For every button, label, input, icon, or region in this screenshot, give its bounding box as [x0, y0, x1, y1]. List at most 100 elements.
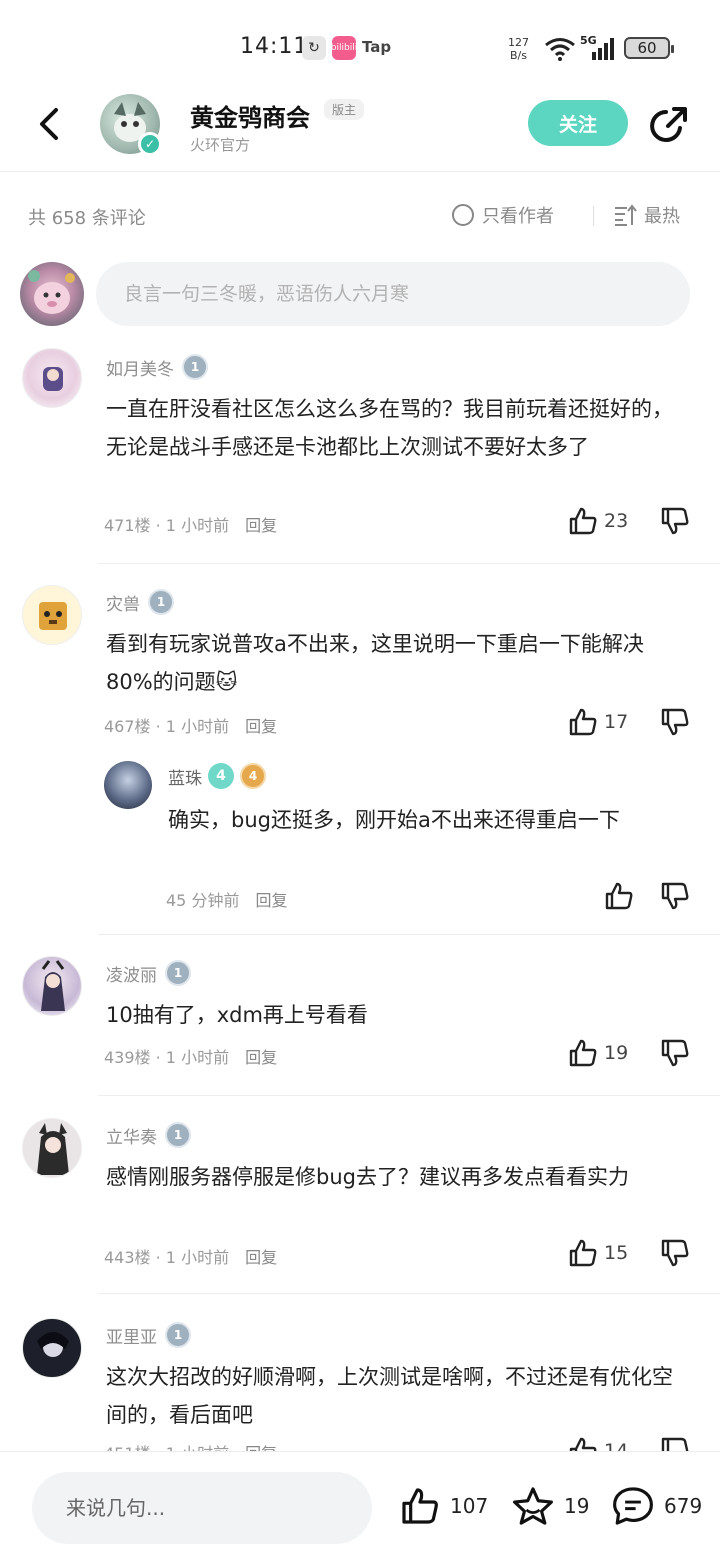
reply-button[interactable]: 回复: [245, 713, 277, 737]
thumbs-up-icon: [569, 708, 597, 736]
commenter-name[interactable]: 亚里亚: [106, 1323, 157, 1348]
follow-button[interactable]: 关注: [528, 100, 628, 146]
comment-text[interactable]: 感情刚服务器停服是修bug去了？建议再多发点看看实力: [106, 1158, 686, 1196]
comment-floor-time: 471楼 · 1 小时前: [104, 516, 230, 535]
comment-actions: 15: [568, 1238, 690, 1268]
post-like-count: 107: [450, 1494, 489, 1518]
level-badge: 1: [165, 1122, 191, 1148]
comment-meta: 443楼 · 1 小时前 回复: [104, 1244, 277, 1268]
net-speed-value: 127: [508, 36, 529, 49]
commenter-name[interactable]: 立华奏: [106, 1123, 157, 1148]
reply-button[interactable]: 回复: [245, 1244, 277, 1268]
reply-avatar[interactable]: [104, 761, 152, 809]
like-count: 14: [604, 1440, 629, 1451]
back-arrow-icon[interactable]: [30, 102, 70, 146]
like-button[interactable]: [604, 881, 634, 911]
comment-bubble-icon: [613, 1487, 653, 1525]
my-avatar-art: [28, 270, 75, 314]
commenter-avatar[interactable]: [22, 348, 82, 408]
comment-divider: [98, 1293, 720, 1294]
net-speed: 127 B/s: [508, 36, 529, 62]
only-author-label: 只看作者: [482, 206, 554, 227]
like-button[interactable]: 17: [568, 707, 634, 737]
like-button[interactable]: 19: [568, 1038, 634, 1068]
commenter-avatar-art: [43, 367, 63, 391]
radio-unchecked-icon: [452, 204, 474, 226]
commenter-name-row: 凌波丽 1: [106, 960, 191, 986]
commenter-name[interactable]: 如月美冬: [106, 355, 174, 380]
reply-name[interactable]: 蓝珠: [168, 764, 202, 789]
like-count: 17: [604, 711, 629, 733]
comment-item: 灾兽 1 看到有玩家说普攻a不出来，这里说明一下重启一下能解决80%的问题🐱 4…: [0, 585, 720, 930]
reply-button[interactable]: 回复: [245, 1044, 277, 1068]
commenter-avatar-art: [37, 1332, 69, 1357]
commenter-avatar[interactable]: [22, 1118, 82, 1178]
comment-text[interactable]: 10抽有了，xdm再上号看看: [106, 996, 686, 1034]
my-avatar[interactable]: [20, 262, 84, 326]
reply-text[interactable]: 确实，bug还挺多，刚开始a不出来还得重启一下: [168, 801, 680, 839]
commenter-name-row: 灾兽 1: [106, 589, 174, 615]
verified-icon: ✓: [138, 132, 162, 156]
commenter-name[interactable]: 凌波丽: [106, 961, 157, 986]
like-count: 23: [604, 510, 629, 532]
comment-actions: 14: [568, 1436, 690, 1451]
thumbs-down-icon[interactable]: [660, 506, 690, 536]
reply-button[interactable]: 回复: [255, 887, 287, 911]
level-badge-gold: 4: [240, 763, 266, 789]
bottom-comment-input[interactable]: [32, 1472, 372, 1544]
bilibili-app-icon: bilibili: [331, 36, 357, 60]
share-icon[interactable]: [648, 104, 690, 146]
commenter-avatar-art: [41, 960, 65, 1011]
comment-text[interactable]: 这次大招改的好顺滑啊，上次测试是啥啊，不过还是有优化空间的，看后面吧: [106, 1358, 686, 1434]
signal-icon: [592, 38, 614, 60]
commenter-name-row: 亚里亚 1: [106, 1322, 191, 1348]
battery-indicator: 60: [624, 37, 674, 59]
reply-button[interactable]: 回复: [245, 512, 277, 536]
thumbs-down-icon[interactable]: [660, 881, 690, 911]
thumbs-down-icon[interactable]: [660, 1436, 690, 1451]
reply-name-row: 蓝珠 4 4: [168, 763, 266, 789]
like-button[interactable]: 14: [568, 1436, 634, 1451]
like-button[interactable]: 15: [568, 1238, 634, 1268]
comment-meta: 471楼 · 1 小时前 回复: [104, 512, 277, 536]
commenter-avatar[interactable]: [22, 585, 82, 645]
comment-input[interactable]: [96, 262, 690, 326]
reply-button[interactable]: 回复: [245, 1440, 277, 1451]
comment-text[interactable]: 看到有玩家说普攻a不出来，这里说明一下重启一下能解决80%的问题🐱: [106, 625, 686, 701]
level-badge: 1: [165, 1322, 191, 1348]
comment-item: 凌波丽 1 10抽有了，xdm再上号看看 439楼 · 1 小时前 回复 19: [0, 956, 720, 1094]
commenter-avatar[interactable]: [22, 956, 82, 1016]
thumbs-up-icon: [569, 1039, 597, 1067]
comments-count: 679: [664, 1494, 703, 1518]
comment-count: 共 658 条评论: [28, 208, 146, 229]
like-count: 15: [604, 1242, 629, 1264]
thumbs-down-icon[interactable]: [660, 707, 690, 737]
commenter-name[interactable]: 灾兽: [106, 590, 140, 615]
sort-button[interactable]: 最热: [614, 202, 680, 228]
comment-meta: 467楼 · 1 小时前 回复: [104, 713, 277, 737]
comments-button[interactable]: 679: [612, 1486, 702, 1526]
thumbs-down-icon[interactable]: [660, 1238, 690, 1268]
author-avatar[interactable]: ✓: [100, 94, 162, 156]
sort-label: 最热: [644, 206, 680, 227]
only-author-toggle[interactable]: 只看作者: [452, 202, 554, 228]
commenter-avatar[interactable]: [22, 1318, 82, 1378]
thumbs-down-icon[interactable]: [660, 1038, 690, 1068]
post-like-button[interactable]: 107: [400, 1486, 488, 1526]
favorite-button[interactable]: 19: [512, 1486, 589, 1526]
star-icon: [513, 1487, 553, 1525]
like-button[interactable]: 23: [568, 506, 634, 536]
comment-floor-time: 439楼 · 1 小时前: [104, 1048, 230, 1067]
thumbs-up-icon: [605, 882, 633, 910]
reply-actions: [604, 881, 690, 911]
author-name[interactable]: 黄金鸮商会: [190, 98, 310, 133]
comment-text[interactable]: 一直在肝没看社区怎么这么多在骂的？我目前玩着还挺好的，无论是战斗手感还是卡池都比…: [106, 390, 686, 466]
reply-meta: 45 分钟前 回复: [166, 887, 287, 911]
comment-floor-time: 467楼 · 1 小时前: [104, 717, 230, 736]
sync-app-icon: ↻: [302, 36, 326, 60]
tap-app-icon: Tap: [362, 38, 392, 56]
comment-item: 如月美冬 1 一直在肝没看社区怎么这么多在骂的？我目前玩着还挺好的，无论是战斗手…: [0, 348, 720, 562]
commenter-avatar-art: [39, 602, 67, 630]
favorite-count: 19: [564, 1494, 590, 1518]
net-speed-unit: B/s: [510, 49, 527, 62]
